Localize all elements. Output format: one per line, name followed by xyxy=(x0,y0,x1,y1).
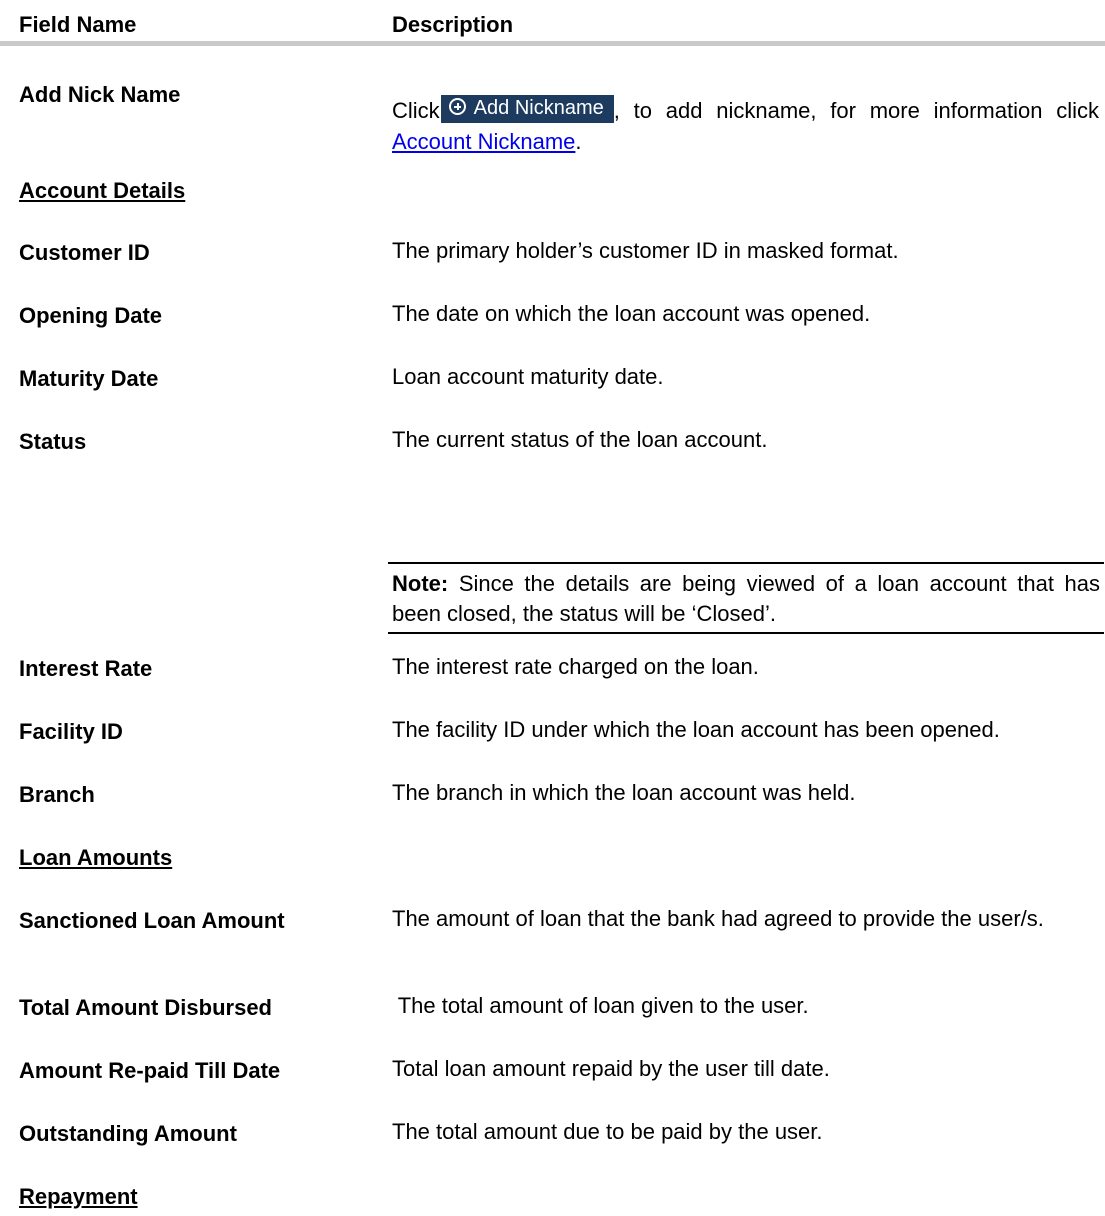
desc-outstanding-amount: The total amount due to be paid by the u… xyxy=(392,1119,823,1144)
desc-branch: The branch in which the loan account was… xyxy=(392,780,856,805)
table-header: Field Name Description xyxy=(0,0,1105,46)
field-facility-id: Facility ID xyxy=(19,719,123,744)
desc-maturity-date: Loan account maturity date. xyxy=(392,364,664,389)
header-description: Description xyxy=(392,12,514,37)
field-interest-rate: Interest Rate xyxy=(19,656,153,681)
desc-suffix: . xyxy=(575,129,582,154)
desc-status: The current status of the loan account. xyxy=(392,427,768,452)
section-loan-amounts: Loan Amounts xyxy=(19,845,173,870)
field-sanctioned-loan-amount: Sanctioned Loan Amount xyxy=(19,908,285,933)
document-page: Field Name Description Add Nick Name Cli… xyxy=(0,0,1105,1216)
field-total-amount-disbursed: Total Amount Disbursed xyxy=(19,995,272,1020)
desc-interest-rate: The interest rate charged on the loan. xyxy=(392,654,759,679)
desc-sanctioned-loan-amount: The amount of loan that the bank had agr… xyxy=(392,906,1044,931)
field-maturity-date: Maturity Date xyxy=(19,366,159,391)
desc-prefix: Click xyxy=(392,98,440,123)
header-field-name: Field Name xyxy=(19,12,137,37)
note-box: Note: Since the details are being viewed… xyxy=(388,562,1104,634)
desc-customer-id: The primary holder’s customer ID in mask… xyxy=(392,238,899,263)
account-nickname-link[interactable]: Account Nickname xyxy=(392,129,575,154)
field-status: Status xyxy=(19,429,87,454)
section-account-details: Account Details xyxy=(19,178,186,203)
desc-total-amount-disbursed: The total amount of loan given to the us… xyxy=(392,993,809,1018)
field-branch: Branch xyxy=(19,782,95,807)
field-add-nick-name: Add Nick Name xyxy=(19,82,181,107)
section-repayment: Repayment xyxy=(19,1184,138,1209)
plus-circle-icon xyxy=(448,98,466,116)
add-nickname-button-label: Add Nickname xyxy=(473,97,604,119)
add-nick-name-description: Click Add Nickname , to add nickname, for … xyxy=(392,95,1099,157)
field-amount-repaid-till-date: Amount Re-paid Till Date xyxy=(19,1058,281,1083)
field-customer-id: Customer ID xyxy=(19,240,150,265)
note-label: Note: xyxy=(392,571,449,596)
add-nickname-button[interactable]: Add Nickname xyxy=(440,95,614,123)
desc-opening-date: The date on which the loan account was o… xyxy=(392,301,871,326)
desc-facility-id: The facility ID under which the loan acc… xyxy=(392,717,1000,742)
field-outstanding-amount: Outstanding Amount xyxy=(19,1121,237,1146)
note-text: Note: Since the details are being viewed… xyxy=(392,569,1100,629)
field-opening-date: Opening Date xyxy=(19,303,163,328)
note-body: Since the details are being viewed of a … xyxy=(392,571,1100,626)
desc-amount-repaid-till-date: Total loan amount repaid by the user til… xyxy=(392,1056,830,1081)
desc-middle: , to add nickname, for more information … xyxy=(613,98,1099,123)
